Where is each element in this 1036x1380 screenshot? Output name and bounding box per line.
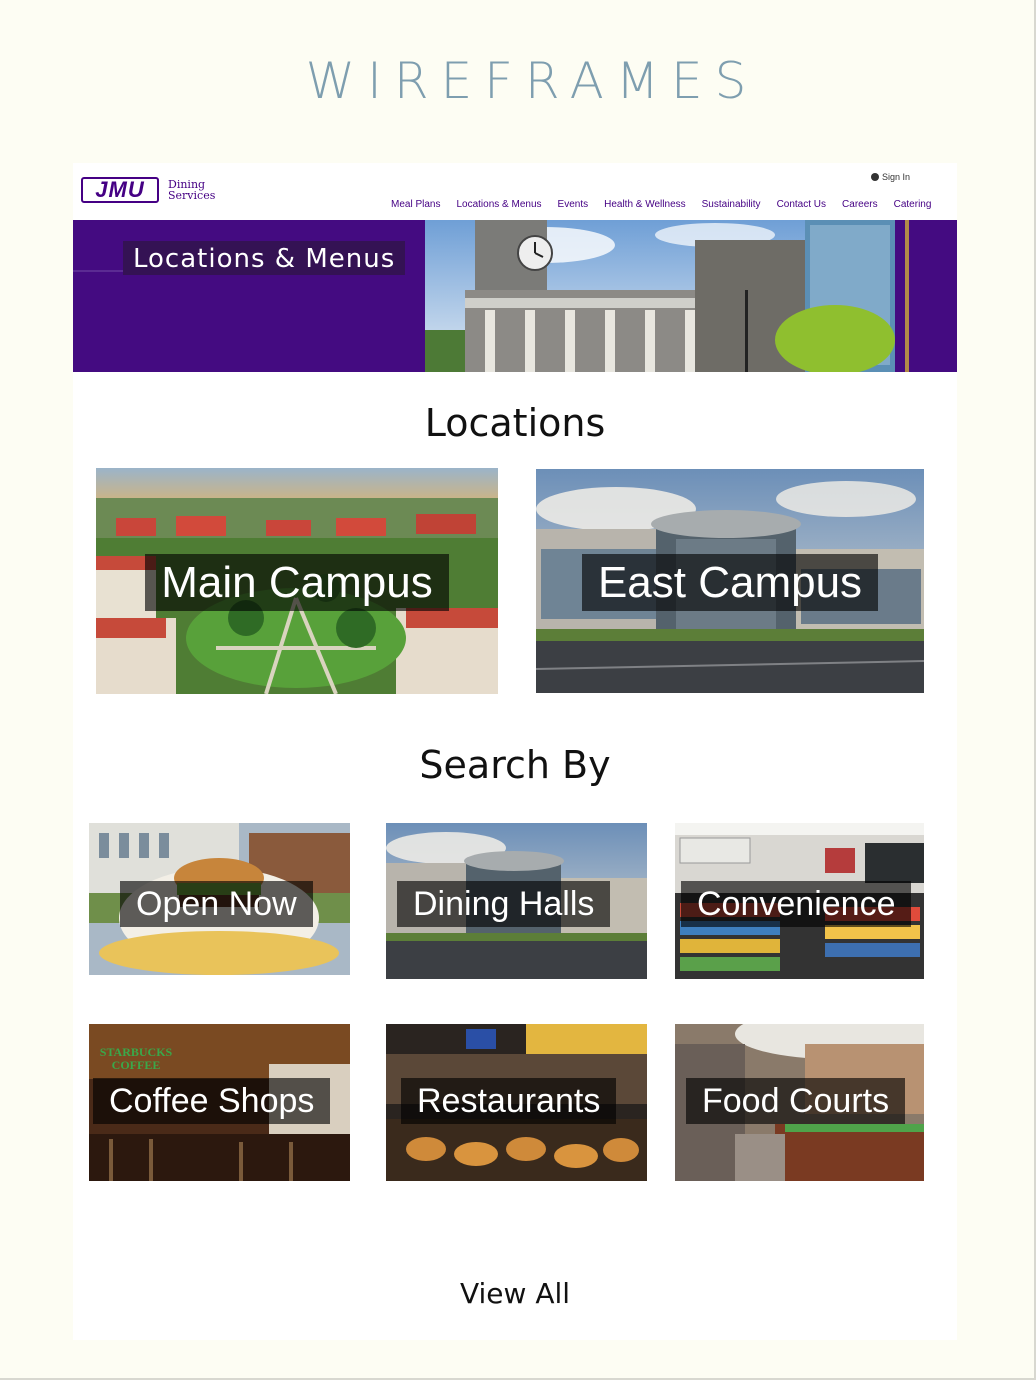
hero-title: Locations & Menus (123, 241, 406, 275)
nav-item-sustainability[interactable]: Sustainability (702, 199, 761, 213)
logo-mark: JMU (81, 177, 159, 203)
location-tile-label: Main Campus (96, 554, 498, 611)
hero-building-image (425, 220, 957, 372)
sign-in-label: Sign In (882, 172, 911, 182)
document-title: WIREFRAMES (305, 52, 759, 110)
search-tile-restaurants[interactable]: Restaurants (386, 1024, 647, 1181)
logo-text: Dining Services (168, 179, 238, 201)
main-nav: Meal Plans Locations & Menus Events Heal… (391, 199, 931, 213)
user-icon (871, 173, 879, 181)
view-all-link[interactable]: View All (73, 1277, 957, 1310)
hero-accent-line (73, 270, 128, 272)
search-tile-label: Coffee Shops (89, 1078, 350, 1124)
search-tile-label: Convenience (675, 881, 924, 927)
nav-item-events[interactable]: Events (558, 199, 589, 213)
nav-item-locations-menus[interactable]: Locations & Menus (456, 199, 541, 213)
location-tile-main-campus[interactable]: Main Campus (96, 468, 498, 694)
starbucks-sign: STARBUCKS COFFEE (99, 1045, 173, 1072)
search-tile-convenience[interactable]: Convenience (675, 823, 924, 979)
nav-item-contact-us[interactable]: Contact Us (777, 199, 826, 213)
search-tile-label: Food Courts (675, 1078, 924, 1124)
search-tile-open-now[interactable]: Open Now (89, 823, 350, 975)
jmu-logo[interactable]: JMU Dining Services (81, 177, 231, 207)
logo-line-2: Services (168, 189, 216, 202)
search-tile-label: Open Now (89, 881, 350, 927)
search-by-heading: Search By (419, 743, 611, 787)
location-tile-east-campus[interactable]: East Campus (536, 469, 924, 693)
search-tile-coffee-shops[interactable]: STARBUCKS COFFEE Coffee Shops (89, 1024, 350, 1181)
search-tile-dining-halls[interactable]: Dining Halls (386, 823, 647, 979)
search-tile-label: Restaurants (386, 1078, 647, 1124)
locations-heading: Locations (424, 401, 606, 445)
nav-item-catering[interactable]: Catering (894, 199, 932, 213)
search-tile-label: Dining Halls (386, 881, 647, 927)
hero-banner: Locations & Menus (73, 220, 957, 372)
nav-item-meal-plans[interactable]: Meal Plans (391, 199, 440, 213)
nav-item-careers[interactable]: Careers (842, 199, 878, 213)
nav-item-health-wellness[interactable]: Health & Wellness (604, 199, 686, 213)
sign-in-link[interactable]: Sign In (871, 172, 910, 182)
wireframe-page: JMU Dining Services Sign In Meal Plans L… (73, 163, 957, 1340)
location-tile-label: East Campus (536, 554, 924, 611)
search-tile-food-courts[interactable]: Food Courts (675, 1024, 924, 1181)
